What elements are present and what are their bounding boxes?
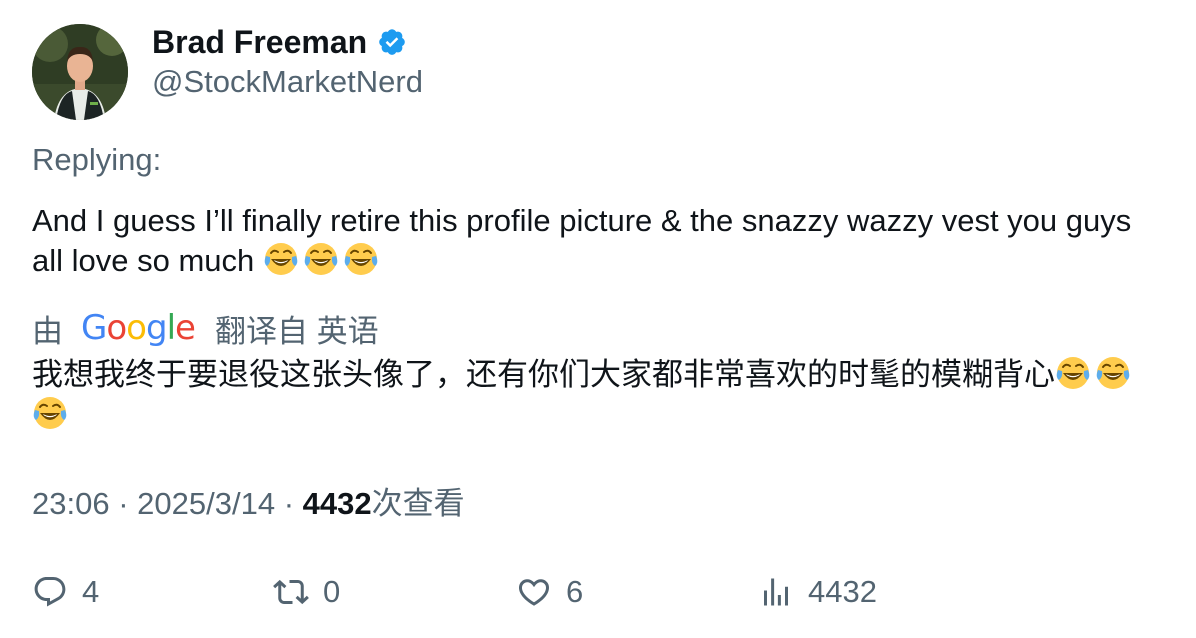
views-label: 次查看 (371, 486, 465, 521)
views-button[interactable]: 4432 (758, 572, 877, 612)
verified-badge-icon[interactable] (377, 27, 407, 57)
translation-suffix: 翻译自 英语 (214, 313, 379, 349)
views-action-count: 4432 (808, 574, 877, 609)
tweet-time[interactable]: 23:06 (32, 486, 110, 521)
face-with-tears-of-joy-icon (303, 241, 339, 277)
action-bar: 4 0 6 4432 (0, 572, 1196, 612)
like-count: 6 (566, 574, 584, 609)
views-count: 4432 (302, 486, 372, 521)
avatar[interactable] (32, 24, 128, 120)
retweet-icon (273, 579, 309, 605)
reply-button[interactable]: 4 (32, 572, 99, 612)
face-with-tears-of-joy-icon (263, 241, 299, 277)
tweet-body: And I guess I’ll finally retire this pro… (32, 203, 1132, 278)
retweet-button[interactable]: 0 (273, 572, 340, 612)
face-with-tears-of-joy-icon (1055, 355, 1091, 391)
views-icon (764, 578, 788, 606)
display-name[interactable]: Brad Freeman (152, 22, 367, 62)
translation-attribution[interactable]: 由 Google 翻译自 英语 (32, 307, 379, 349)
reply-count: 4 (82, 574, 100, 609)
user-name-row: Brad Freeman (152, 22, 407, 62)
face-with-tears-of-joy-icon (32, 395, 68, 431)
meta-separator: · (118, 486, 129, 521)
tweet-date[interactable]: 2025/3/14 (137, 486, 275, 521)
meta-separator: · (283, 486, 295, 521)
face-with-tears-of-joy-icon (343, 241, 379, 277)
translated-body: 我想我终于要退役这张头像了，还有你们大家都非常喜欢的时髦的模糊背心 (32, 357, 1055, 392)
tweet-text: And I guess I’ll finally retire this pro… (32, 201, 1142, 281)
translated-text: 我想我终于要退役这张头像了，还有你们大家都非常喜欢的时髦的模糊背心 (32, 355, 1142, 435)
heart-icon (518, 579, 550, 606)
reply-icon (34, 577, 66, 607)
user-handle[interactable]: @StockMarketNerd (152, 62, 423, 102)
google-logo: Google (81, 308, 196, 348)
tweet-meta: 23:06 · 2025/3/14 · 4432次查看 (32, 484, 465, 524)
like-button[interactable]: 6 (516, 572, 583, 612)
translation-prefix: 由 (32, 313, 63, 349)
face-with-tears-of-joy-icon (1095, 355, 1131, 391)
retweet-count: 0 (323, 574, 341, 609)
replying-label: Replying: (32, 142, 162, 177)
